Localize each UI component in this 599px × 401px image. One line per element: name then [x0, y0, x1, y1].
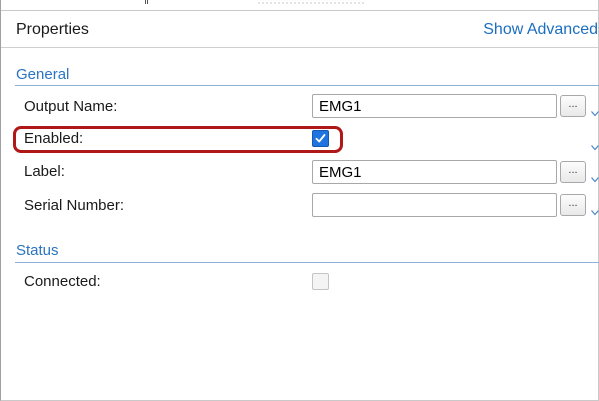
chevron-down-icon[interactable] [591, 111, 599, 117]
header-divider [1, 47, 599, 48]
properties-panel: Properties Show Advanced General Output … [0, 0, 599, 401]
section-title-status: Status [16, 242, 59, 259]
serial-number-label: Serial Number: [24, 197, 125, 214]
section-rule-status [15, 262, 599, 263]
panel-header: Properties Show Advanced [1, 10, 599, 45]
chevron-down-icon[interactable] [591, 145, 599, 151]
output-name-label: Output Name: [24, 98, 118, 115]
show-advanced-link[interactable]: Show Advanced [483, 21, 598, 39]
panel-title: Properties [16, 21, 89, 38]
connected-checkbox [312, 273, 329, 290]
output-name-browse-button[interactable]: ... [560, 95, 586, 117]
label-field-label: Label: [24, 163, 65, 180]
section-rule-general [15, 85, 599, 86]
resize-grip-icon[interactable] [257, 0, 365, 6]
chevron-down-icon[interactable] [591, 210, 599, 216]
panel-tick-icon [145, 0, 148, 4]
checkmark-icon [315, 134, 326, 143]
connected-label: Connected: [24, 273, 101, 290]
label-browse-button[interactable]: ... [560, 161, 586, 183]
serial-number-input[interactable] [312, 193, 557, 217]
enabled-label: Enabled: [24, 130, 84, 147]
enabled-checkbox[interactable] [312, 130, 329, 147]
section-title-general: General [16, 66, 70, 83]
output-name-input[interactable] [312, 94, 557, 118]
chevron-down-icon[interactable] [591, 177, 599, 183]
label-input[interactable] [312, 160, 557, 184]
serial-number-browse-button[interactable]: ... [560, 194, 586, 216]
